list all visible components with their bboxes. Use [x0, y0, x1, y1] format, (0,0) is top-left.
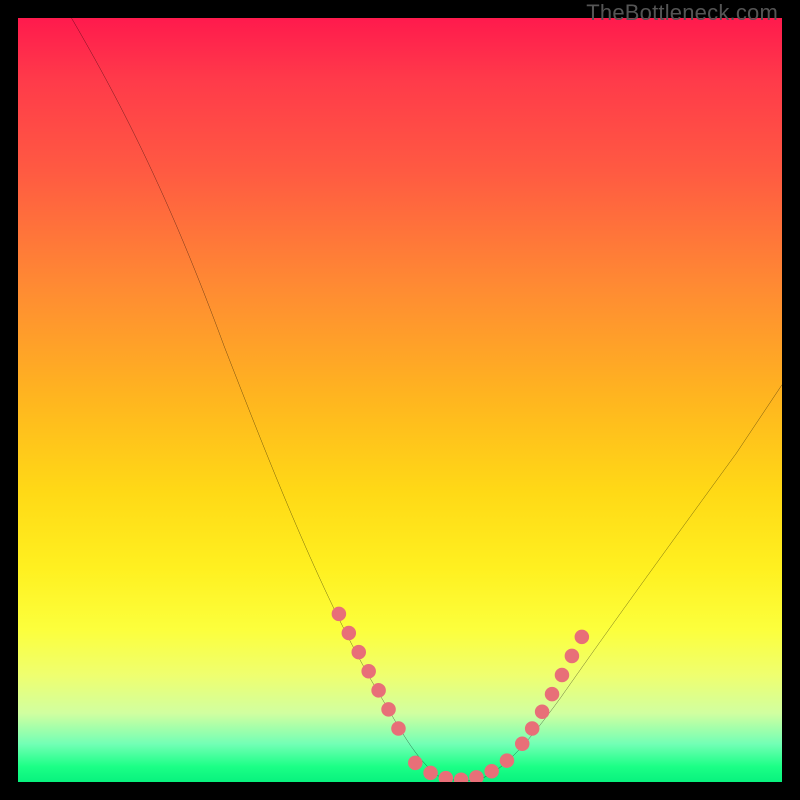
chart-frame: TheBottleneck.com [0, 0, 800, 800]
markers-right [515, 630, 589, 751]
plot-area [18, 18, 782, 782]
markers-bottom [408, 753, 514, 782]
watermark-text: TheBottleneck.com [586, 0, 778, 26]
markers-left [332, 607, 406, 736]
marker-layer [18, 18, 782, 782]
